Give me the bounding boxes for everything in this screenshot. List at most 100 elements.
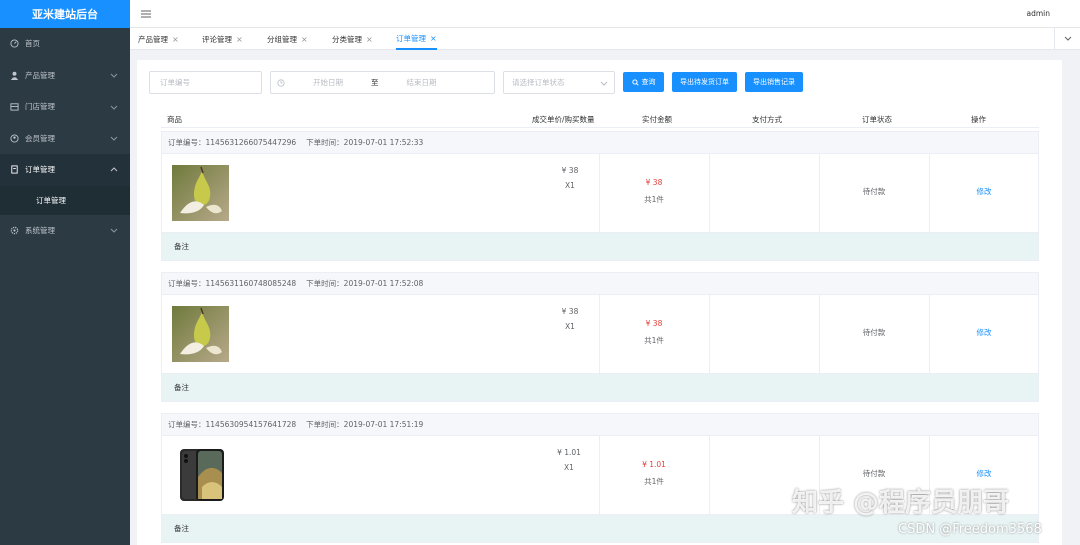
paid-amount: ¥ 38 [645, 319, 663, 328]
chevron-down-icon [110, 134, 118, 142]
sidebar-item-label: 首页 [25, 39, 40, 49]
search-button[interactable]: 查询 [623, 72, 664, 92]
tab-products[interactable]: 产品管理 × [138, 28, 179, 50]
quantity: X1 [565, 322, 575, 331]
sidebar-item-label: 产品管理 [25, 70, 55, 80]
order-row: ¥ 38 X1 ¥ 38 共1件 待付款 修改 [162, 154, 1038, 233]
gear-icon [10, 226, 19, 235]
edit-link[interactable]: 修改 [929, 327, 1039, 338]
tab-label: 订单管理 [396, 33, 426, 43]
clock-icon [277, 78, 285, 87]
main-content: 订单编号 开始日期 至 结束日期 请选择订单状态 查询 导出待发货订单 导出销售… [137, 60, 1062, 545]
tab-label: 分组管理 [267, 34, 297, 44]
edit-link[interactable]: 修改 [929, 468, 1039, 479]
remark-label: 备注 [174, 242, 189, 251]
order-no-value: 1145631266075447296 [205, 138, 297, 147]
sidebar-item-label: 门店管理 [25, 102, 55, 112]
payment-cell [709, 295, 819, 374]
product-image-pear[interactable] [172, 165, 229, 221]
order-status-select[interactable]: 请选择订单状态 [503, 71, 615, 94]
tab-comments[interactable]: 评论管理 × [202, 28, 243, 50]
end-date-placeholder: 结束日期 [406, 78, 437, 87]
close-icon[interactable]: × [172, 35, 179, 44]
date-separator: 至 [371, 78, 379, 87]
sidebar-item-system[interactable]: 系统管理 [0, 215, 130, 247]
unit-price: ¥ 38 [561, 307, 579, 316]
sidebar-item-stores[interactable]: 门店管理 [0, 91, 130, 123]
export-sales-records-button[interactable]: 导出销售记录 [745, 72, 803, 92]
order-icon [10, 165, 19, 174]
column-header-unit-price-qty: 成交单价/购买数量 [532, 115, 595, 124]
top-header: admin [130, 0, 1080, 28]
sidebar-item-label: 会员管理 [25, 133, 55, 143]
sidebar-item-products[interactable]: 产品管理 [0, 60, 130, 92]
payment-cell [709, 154, 819, 233]
order-card: 订单编号： 1145631266075447296 下单时间： 2019-07-… [161, 131, 1039, 261]
order-no-label: 订单编号： [168, 138, 206, 147]
zhihu-watermark: 知乎 @程序员朋哥 [792, 488, 1010, 518]
item-count: 共1件 [644, 477, 664, 486]
order-card: 订单编号： 1145631160748085248 下单时间： 2019-07-… [161, 272, 1039, 402]
column-header-paid-amount: 实付金额 [642, 115, 672, 124]
product-image-phone[interactable] [172, 447, 229, 503]
product-image-pear[interactable] [172, 306, 229, 362]
sidebar-subitem-order-manage[interactable]: 订单管理 [0, 185, 130, 215]
order-time-value: 2019-07-01 17:52:33 [343, 138, 424, 147]
order-time-value: 2019-07-01 17:52:08 [343, 279, 424, 288]
order-no-value: 1145630954157641728 [205, 420, 297, 429]
hamburger-menu-icon[interactable] [141, 9, 151, 19]
search-button-label: 查询 [641, 78, 656, 86]
order-header: 订单编号： 1145630954157641728 下单时间： 2019-07-… [162, 414, 1038, 436]
sidebar: 亚米建站后台 首页 产品管理 门店管理 会员管理 订单管理 订单管理 系统管理 [0, 0, 130, 545]
store-icon [10, 102, 19, 111]
tab-orders[interactable]: 订单管理 × [396, 28, 437, 50]
tab-label: 评论管理 [202, 34, 232, 44]
table-header: 商品 成交单价/购买数量 实付金额 支付方式 订单状态 操作 [161, 110, 1039, 128]
order-time-label: 下单时间： [306, 420, 344, 429]
member-icon [10, 134, 19, 143]
chevron-down-icon [600, 79, 608, 89]
remark-row: 备注 [162, 233, 1038, 260]
order-status: 待付款 [862, 469, 886, 478]
brand-logo: 亚米建站后台 [0, 0, 130, 28]
order-no-placeholder: 订单编号 [160, 78, 190, 87]
column-header-product: 商品 [167, 115, 182, 124]
order-time-value: 2019-07-01 17:51:19 [343, 420, 424, 429]
paid-amount: ¥ 38 [645, 178, 663, 187]
order-no-input[interactable]: 订单编号 [149, 71, 262, 94]
close-icon[interactable]: × [301, 35, 308, 44]
sidebar-item-members[interactable]: 会员管理 [0, 123, 130, 155]
tab-groups[interactable]: 分组管理 × [267, 28, 308, 50]
close-icon[interactable]: × [236, 35, 243, 44]
order-no-label: 订单编号： [168, 279, 206, 288]
tabs-dropdown-button[interactable] [1054, 28, 1080, 50]
column-header-order-status: 订单状态 [862, 115, 892, 124]
dashboard-icon [10, 39, 19, 48]
sidebar-item-orders[interactable]: 订单管理 [0, 154, 130, 186]
tab-label: 产品管理 [138, 34, 168, 44]
paid-amount: ¥ 1.01 [642, 460, 666, 469]
quantity: X1 [564, 463, 574, 472]
date-range-picker[interactable]: 开始日期 至 结束日期 [270, 71, 495, 94]
start-date-placeholder: 开始日期 [313, 78, 343, 87]
column-header-actions: 操作 [971, 115, 986, 124]
status-placeholder: 请选择订单状态 [512, 78, 565, 87]
close-icon[interactable]: × [366, 35, 373, 44]
close-icon[interactable]: × [430, 34, 437, 43]
quantity: X1 [565, 181, 575, 190]
remark-label: 备注 [174, 383, 189, 392]
order-time-label: 下单时间： [306, 138, 344, 147]
csdn-watermark: CSDN @Freedom3568 [898, 522, 1042, 537]
sidebar-item-label: 订单管理 [25, 165, 55, 175]
edit-link[interactable]: 修改 [929, 186, 1039, 197]
sidebar-item-label: 系统管理 [25, 225, 55, 235]
export-pending-orders-button[interactable]: 导出待发货订单 [672, 72, 737, 92]
sidebar-item-home[interactable]: 首页 [0, 28, 130, 60]
item-count: 共1件 [644, 336, 664, 345]
chevron-down-icon [110, 103, 118, 111]
order-time-label: 下单时间： [306, 279, 344, 288]
tab-categories[interactable]: 分类管理 × [332, 28, 373, 50]
column-header-payment-method: 支付方式 [752, 115, 782, 124]
user-menu[interactable]: admin [1027, 9, 1051, 18]
unit-price: ¥ 1.01 [557, 448, 581, 457]
